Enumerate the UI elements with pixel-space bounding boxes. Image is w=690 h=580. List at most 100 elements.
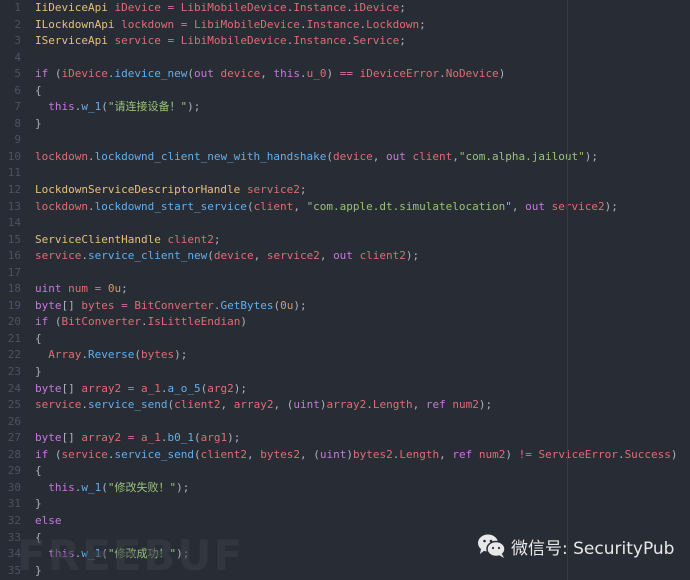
code-token: service — [35, 398, 82, 412]
code-token: ); — [584, 149, 598, 163]
code-token: device — [220, 67, 261, 81]
code-token: Lockdown — [366, 17, 420, 31]
code-line: 22 Array.Reverse(bytes); — [0, 347, 690, 364]
line-number: 18 — [7, 282, 21, 296]
code-token: ref — [452, 447, 473, 461]
line-number: 29 — [7, 464, 21, 478]
code-line: 3 IServiceApi service = LibiMobileDevice.… — [0, 33, 690, 50]
code-token: ; — [399, 1, 406, 14]
freebuf-watermark: FREEBUF — [17, 531, 245, 580]
code-token: byte — [35, 431, 62, 445]
line-number: 25 — [7, 398, 21, 412]
code-token: . — [299, 67, 307, 81]
code-text: LockdownServiceDescriptorHandle service2… — [35, 182, 307, 199]
code-line: 25 service.service_send(client2, array2, … — [0, 397, 690, 414]
line-number: 5 — [14, 67, 21, 81]
code-token: arg1 — [200, 431, 228, 445]
code-token: Success — [624, 447, 671, 461]
code-text: { — [35, 83, 42, 100]
code-line: 9 — [0, 132, 690, 149]
code-text: { — [35, 463, 42, 480]
code-text: if (BitConverter.IsLittleEndian) — [35, 314, 247, 331]
code-token: , — [220, 398, 234, 412]
code-line: 16 service.service_client_new(device, ser… — [0, 248, 690, 265]
code-token: ( — [48, 315, 62, 329]
line-number: 15 — [7, 232, 21, 246]
code-token: . — [299, 17, 307, 31]
code-line: 4 — [0, 50, 690, 67]
code-line: 32 else — [0, 513, 690, 530]
code-token: a_1 — [141, 381, 161, 395]
code-token: out — [193, 67, 214, 81]
code-token: out — [525, 199, 545, 213]
code-token: . — [160, 381, 168, 395]
code-token: bytes — [140, 348, 175, 362]
code-token: if — [35, 315, 49, 329]
code-text: Array.Reverse(bytes); — [35, 347, 187, 364]
code-token: . — [81, 249, 88, 263]
code-line: 5 if (iDevice.idevice_new(out device, thi… — [0, 66, 690, 83]
code-token: "com.apple.dt.simulatelocation" — [306, 199, 512, 213]
code-token: this — [48, 100, 75, 114]
code-token: . — [366, 398, 373, 412]
code-token: = — [160, 34, 181, 48]
code-token: Length — [399, 447, 440, 461]
line-number: 31 — [7, 497, 21, 511]
code-token: , — [246, 447, 261, 461]
code-token: ); — [604, 199, 618, 213]
code-token: Instance — [293, 1, 347, 14]
code-token: = — [160, 1, 181, 14]
code-token: = — [121, 381, 141, 395]
code-token: device — [213, 249, 254, 263]
code-token: if — [35, 67, 49, 81]
code-token: iDevice — [352, 1, 400, 14]
code-token: . — [160, 431, 168, 445]
wechat-id-label: 微信号: SecurityPub — [511, 538, 675, 559]
code-token: byte — [35, 298, 62, 312]
code-token: , ( — [299, 447, 320, 461]
code-token: . — [439, 67, 446, 81]
code-token: LockdownServiceDescriptorHandle — [35, 183, 241, 197]
code-token: client2 — [167, 232, 214, 246]
code-text: IiDeviceApi iDevice = LibiMobileDevice.I… — [35, 0, 406, 17]
code-token: device — [333, 149, 373, 163]
code-text: } — [35, 496, 42, 513]
code-text: ILockdownApi lockdown = LibiMobileDevice… — [35, 17, 426, 34]
code-token: w_1 — [81, 480, 102, 494]
code-editor[interactable]: 1 IiDeviceApi iDevice = LibiMobileDevice.… — [0, 0, 690, 579]
line-number: 20 — [7, 315, 21, 329]
code-token: , — [439, 447, 453, 461]
code-token: ( — [246, 199, 254, 213]
code-token: iDevice — [61, 67, 108, 81]
code-token: w_1 — [81, 100, 102, 114]
code-token: ServiceError — [538, 447, 618, 461]
line-number: 32 — [7, 513, 21, 527]
code-token: out — [386, 149, 406, 163]
code-token: array2 — [326, 398, 367, 412]
code-token: . — [81, 348, 88, 362]
code-token: u_0 — [306, 67, 327, 81]
code-token: lockdown — [35, 149, 88, 163]
code-token: = — [88, 282, 108, 296]
code-token: ); — [233, 381, 247, 395]
code-token: b0_1 — [167, 431, 195, 445]
code-line: 21 { — [0, 331, 690, 348]
code-line: 6{ — [0, 83, 690, 100]
code-line: 12 LockdownServiceDescriptorHandle servic… — [0, 182, 690, 199]
code-token: num — [68, 282, 88, 296]
code-token: . — [140, 315, 148, 329]
code-token: ( — [48, 67, 62, 81]
code-token: service2 — [246, 183, 300, 197]
code-token: else — [35, 513, 62, 527]
code-line: 26 — [0, 414, 690, 431]
code-token: uint — [319, 447, 347, 461]
code-token: num2 — [452, 398, 479, 412]
line-number: 9 — [14, 133, 21, 147]
code-token: ( — [207, 249, 214, 263]
code-token: BitConverter — [134, 298, 214, 312]
code-token: , — [412, 398, 426, 412]
